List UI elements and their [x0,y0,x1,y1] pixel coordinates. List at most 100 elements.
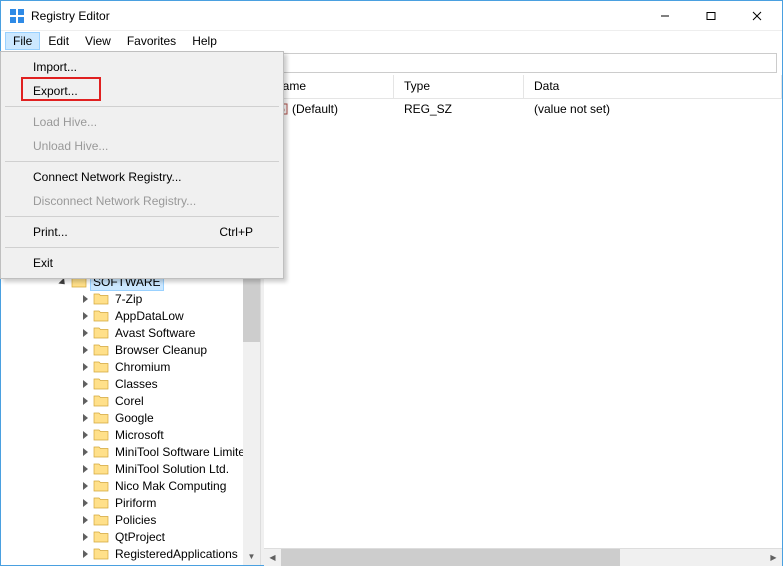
menu-help[interactable]: Help [184,32,225,50]
folder-icon [93,343,109,357]
tree-row[interactable]: MiniTool Software Limited [1,443,243,460]
chevron-right-icon[interactable] [79,412,91,424]
menu-item-print[interactable]: Print...Ctrl+P [3,220,281,244]
menu-item-export[interactable]: Export... [3,79,281,103]
scroll-track[interactable] [281,549,765,566]
tree-row[interactable]: Google [1,409,243,426]
tree-row[interactable]: Corel [1,392,243,409]
window-controls [642,1,780,31]
chevron-right-icon[interactable] [79,395,91,407]
tree-row[interactable]: RegisteredApplications [1,545,243,562]
tree-item-label: Browser Cleanup [113,342,209,358]
folder-icon [93,530,109,544]
tree-item-label: QtProject [113,529,167,545]
tree-item-label: Corel [113,393,146,409]
column-header-type[interactable]: Type [394,75,524,98]
chevron-right-icon[interactable] [79,514,91,526]
chevron-right-icon[interactable] [79,446,91,458]
column-header-data[interactable]: Data [524,75,782,98]
menu-item-exit[interactable]: Exit [3,251,281,275]
menu-label: Unload Hive... [33,139,108,153]
folder-icon [93,445,109,459]
folder-icon [93,292,109,306]
menu-view[interactable]: View [77,32,119,50]
window-title: Registry Editor [31,9,642,23]
chevron-right-icon[interactable] [79,378,91,390]
menu-label: Export... [33,84,78,98]
chevron-right-icon[interactable] [79,361,91,373]
scroll-right-icon[interactable]: ▶ [765,549,782,566]
folder-icon [93,428,109,442]
tree-item-label: Chromium [113,359,172,375]
tree-row[interactable]: Browser Cleanup [1,341,243,358]
folder-icon [93,462,109,476]
tree-row[interactable]: Microsoft [1,426,243,443]
tree-item-label: Avast Software [113,325,197,341]
tree-row[interactable]: QtProject [1,528,243,545]
menu-label: Import... [33,60,77,74]
chevron-right-icon[interactable] [79,429,91,441]
tree-row[interactable]: Piriform [1,494,243,511]
scroll-thumb[interactable] [281,549,620,566]
menu-separator [5,161,279,162]
values-horizontal-scrollbar[interactable]: ◀ ▶ [264,548,782,565]
menu-item-connect-network[interactable]: Connect Network Registry... [3,165,281,189]
tree-row[interactable]: MiniTool Solution Ltd. [1,460,243,477]
tree-row[interactable]: Policies [1,511,243,528]
tree-item-label: Google [113,410,156,426]
menu-label: Disconnect Network Registry... [33,194,196,208]
menu-file[interactable]: File [5,32,40,50]
tree-item-label: MiniTool Solution Ltd. [113,461,231,477]
close-button[interactable] [734,1,780,31]
menu-label: Exit [33,256,53,270]
folder-icon [93,394,109,408]
folder-icon [93,496,109,510]
values-list[interactable]: ab(Default)REG_SZ(value not set) [264,99,782,548]
menu-item-disconnect-network: Disconnect Network Registry... [3,189,281,213]
folder-icon [93,309,109,323]
list-row[interactable]: ab(Default)REG_SZ(value not set) [264,99,782,119]
chevron-right-icon[interactable] [79,531,91,543]
tree-item-label: Classes [113,376,160,392]
chevron-right-icon[interactable] [79,327,91,339]
menu-edit[interactable]: Edit [40,32,77,50]
folder-icon [93,326,109,340]
maximize-button[interactable] [688,1,734,31]
menubar: File Edit View Favorites Help [1,31,782,51]
tree-item-label: AppDataLow [113,308,186,324]
tree-row[interactable]: Nico Mak Computing [1,477,243,494]
menu-separator [5,247,279,248]
menu-item-import[interactable]: Import... [3,55,281,79]
chevron-right-icon[interactable] [79,344,91,356]
menu-favorites[interactable]: Favorites [119,32,184,50]
folder-icon [93,411,109,425]
scroll-left-icon[interactable]: ◀ [264,549,281,566]
scroll-down-icon[interactable]: ▼ [243,548,260,565]
regedit-app-icon [9,8,25,24]
chevron-right-icon[interactable] [79,310,91,322]
menu-label: Connect Network Registry... [33,170,182,184]
values-header: Name Type Data [264,75,782,99]
menu-item-load-hive: Load Hive... [3,110,281,134]
menu-item-unload-hive: Unload Hive... [3,134,281,158]
chevron-right-icon[interactable] [79,463,91,475]
chevron-right-icon[interactable] [79,548,91,560]
menu-separator [5,106,279,107]
tree-row[interactable]: AppDataLow [1,307,243,324]
minimize-button[interactable] [642,1,688,31]
tree-item-label: 7-Zip [113,291,144,307]
chevron-right-icon[interactable] [79,293,91,305]
tree-row[interactable]: 7-Zip [1,290,243,307]
file-dropdown-menu: Import... Export... Load Hive... Unload … [0,51,284,279]
tree-item-label: Microsoft [113,427,166,443]
tree-item-label: Policies [113,512,158,528]
folder-icon [93,513,109,527]
menu-shortcut: Ctrl+P [219,225,253,239]
tree-row[interactable]: Chromium [1,358,243,375]
folder-icon [93,360,109,374]
menu-separator [5,216,279,217]
tree-row[interactable]: Avast Software [1,324,243,341]
chevron-right-icon[interactable] [79,480,91,492]
tree-row[interactable]: Classes [1,375,243,392]
chevron-right-icon[interactable] [79,497,91,509]
